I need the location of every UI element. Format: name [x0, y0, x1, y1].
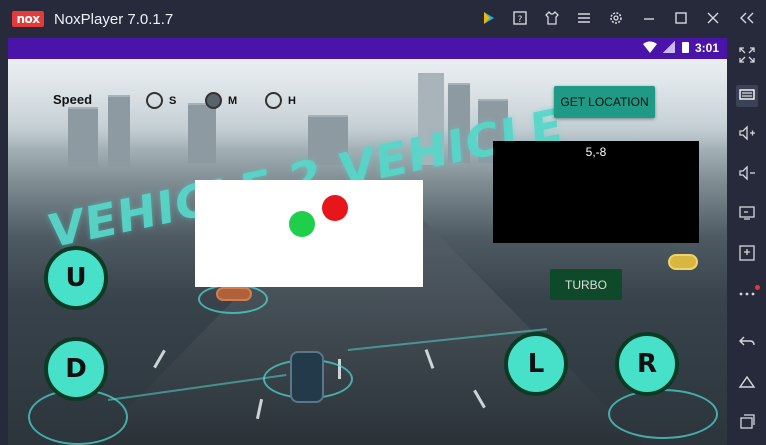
minimize-icon[interactable] [640, 10, 658, 28]
signal-icon [663, 41, 675, 53]
red-vehicle-dot [322, 195, 348, 221]
background-building [108, 95, 130, 167]
radio-label: M [228, 95, 238, 107]
collapse-sidebar-icon[interactable] [738, 10, 756, 28]
battery-icon [682, 42, 689, 53]
settings-icon[interactable] [607, 10, 625, 28]
right-button[interactable]: R [615, 332, 679, 396]
turbo-button[interactable]: TURBO [550, 269, 622, 300]
svg-text:?: ? [518, 15, 523, 25]
emulator-sidebar [727, 38, 766, 445]
down-button[interactable]: D [44, 337, 108, 401]
radio-button[interactable] [146, 92, 163, 109]
nox-logo: nox [12, 11, 44, 27]
location-display: 5,-8 [493, 141, 699, 243]
position-map [195, 180, 423, 287]
speed-label: Speed [53, 92, 93, 107]
radio-label: H [288, 95, 296, 107]
left-button[interactable]: L [504, 332, 568, 396]
get-location-button[interactable]: GET LOCATION [554, 86, 655, 118]
help-icon[interactable]: ? [511, 10, 529, 28]
title-bar: nox NoxPlayer 7.0.1.7 ? [0, 0, 766, 38]
status-time: 3:01 [694, 41, 719, 55]
radio-button[interactable] [265, 92, 282, 109]
window-title: NoxPlayer 7.0.1.7 [54, 11, 174, 28]
fullscreen-icon[interactable] [736, 46, 758, 68]
recent-apps-icon[interactable] [736, 412, 758, 434]
nox-player-window: nox NoxPlayer 7.0.1.7 ? 3:01 VEHICLE 2 V… [0, 0, 766, 445]
back-icon[interactable] [736, 332, 758, 354]
up-button[interactable]: U [44, 246, 108, 310]
location-value: 5,-8 [585, 145, 607, 159]
android-status-bar: 3:01 [8, 38, 727, 59]
home-icon[interactable] [736, 373, 758, 395]
background-car [668, 254, 698, 270]
volume-up-icon[interactable] [736, 124, 758, 146]
lane-marking [153, 349, 166, 369]
background-building [188, 103, 216, 163]
volume-down-icon[interactable] [736, 164, 758, 186]
keyboard-icon[interactable] [736, 85, 758, 107]
background-building [68, 107, 98, 167]
radio-button[interactable] [205, 92, 222, 109]
background-car [216, 287, 252, 301]
signal-ring [608, 389, 718, 439]
screen-icon[interactable] [736, 204, 758, 226]
app-screen: VEHICLE 2 VEHICLE Speed S M H GET LOCATI… [8, 59, 727, 445]
notification-dot [755, 285, 760, 290]
apk-install-icon[interactable] [736, 244, 758, 266]
menu-icon[interactable] [575, 10, 593, 28]
close-icon[interactable] [704, 10, 722, 28]
green-vehicle-dot [289, 211, 315, 237]
wifi-icon [643, 41, 657, 56]
theme-icon[interactable] [543, 10, 561, 28]
radio-label: S [169, 95, 177, 107]
background-car [290, 351, 324, 403]
play-store-icon[interactable] [480, 10, 498, 28]
maximize-icon[interactable] [672, 10, 690, 28]
